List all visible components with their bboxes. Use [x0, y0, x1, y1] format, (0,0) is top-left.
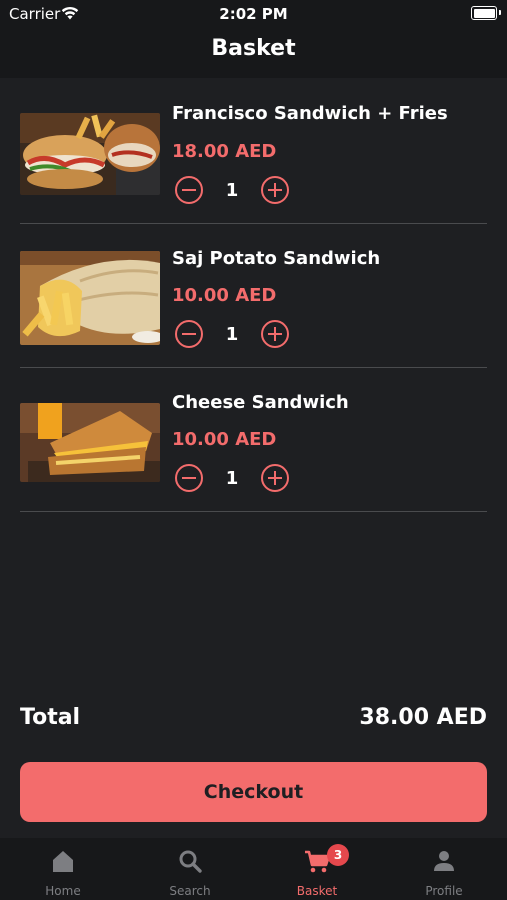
basket-item: Cheese Sandwich 10.00 AED 1 — [20, 367, 487, 512]
item-name: Francisco Sandwich + Fries — [172, 103, 448, 124]
page-title: Basket — [211, 36, 296, 61]
battery-tip — [499, 10, 501, 15]
decrease-quantity-button[interactable] — [175, 176, 203, 204]
total-value: 38.00 AED — [359, 705, 487, 730]
tab-search[interactable]: Search — [127, 838, 253, 900]
search-icon — [179, 850, 202, 873]
item-price: 10.00 AED — [172, 429, 277, 450]
clock: 2:02 PM — [219, 5, 288, 23]
tab-profile[interactable]: Profile — [381, 838, 507, 900]
item-price: 10.00 AED — [172, 285, 277, 306]
total-label: Total — [20, 705, 81, 730]
item-name: Cheese Sandwich — [172, 392, 349, 413]
cart-count-badge: 3 — [327, 844, 349, 866]
home-icon — [53, 851, 73, 872]
top-bar: Carrier 2:02 PM Basket — [0, 0, 507, 78]
item-quantity: 1 — [225, 324, 239, 345]
decrease-quantity-button[interactable] — [175, 320, 203, 348]
tab-bar: Home Search 3 Basket Profile — [0, 838, 507, 900]
basket-item: Saj Potato Sandwich 10.00 AED 1 — [20, 223, 487, 368]
profile-icon — [434, 851, 454, 871]
tab-label: Basket — [296, 884, 338, 898]
sandwich-fries-photo — [20, 113, 160, 195]
tab-home[interactable]: Home — [0, 838, 126, 900]
cheese-sandwich-photo — [20, 403, 160, 482]
item-quantity: 1 — [225, 180, 239, 201]
increase-quantity-button[interactable] — [261, 464, 289, 492]
battery-icon — [471, 6, 497, 20]
saj-potato-photo — [20, 251, 160, 345]
increase-quantity-button[interactable] — [261, 320, 289, 348]
tab-label: Home — [45, 884, 81, 898]
item-price: 18.00 AED — [172, 141, 277, 162]
increase-quantity-button[interactable] — [261, 176, 289, 204]
item-quantity: 1 — [225, 468, 239, 489]
tab-label: Profile — [425, 884, 463, 898]
tab-basket[interactable]: 3 Basket — [254, 838, 380, 900]
decrease-quantity-button[interactable] — [175, 464, 203, 492]
tab-label: Search — [169, 884, 211, 898]
basket-item: Francisco Sandwich + Fries 18.00 AED 1 — [20, 79, 487, 224]
checkout-button[interactable]: Checkout — [20, 762, 487, 822]
item-name: Saj Potato Sandwich — [172, 248, 381, 269]
status-bar: Carrier 2:02 PM — [0, 0, 507, 28]
